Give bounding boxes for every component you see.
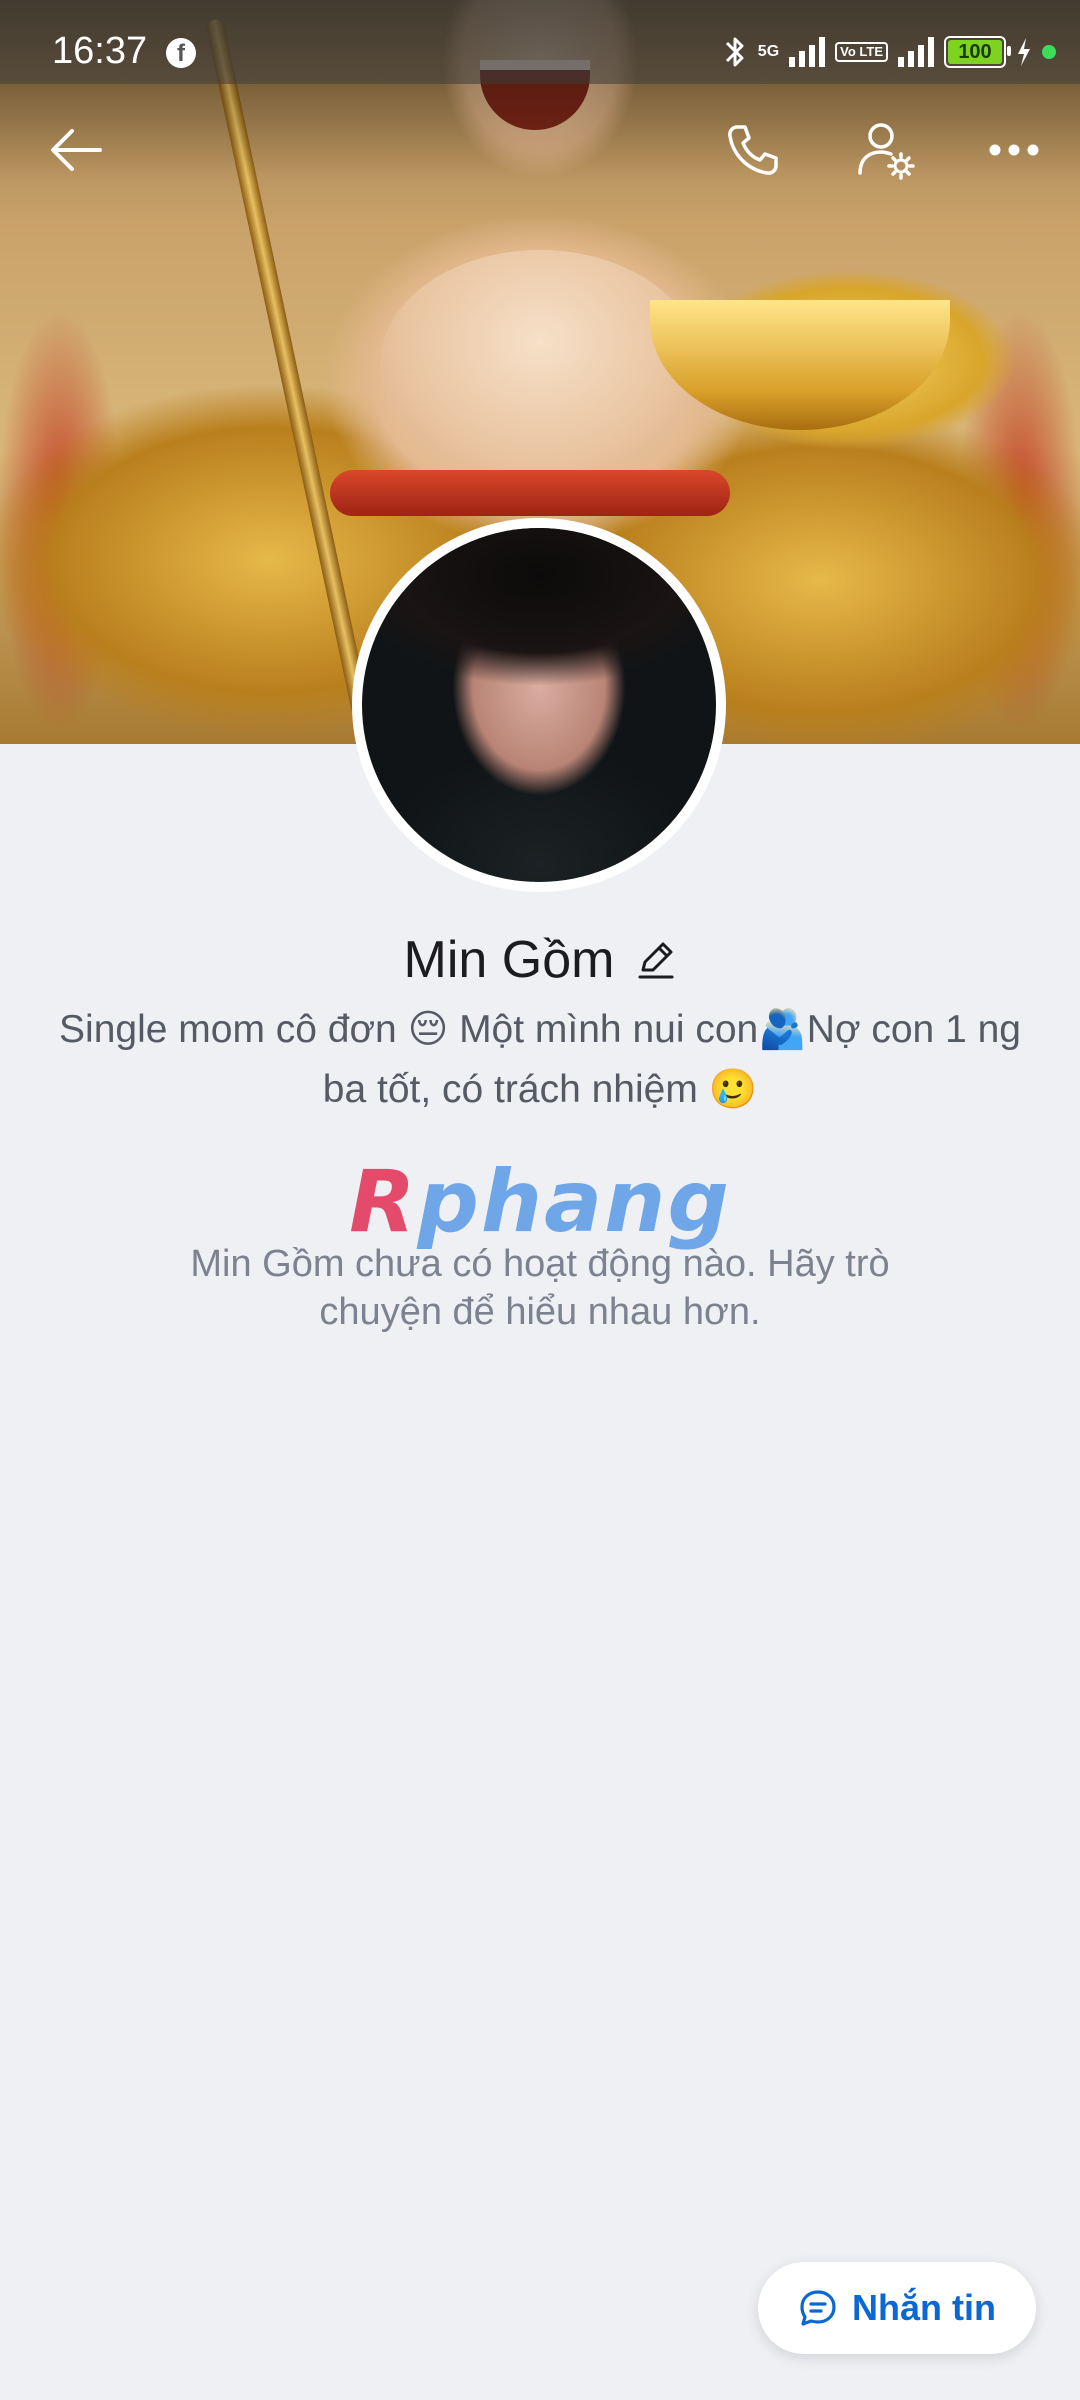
watermark-logo: Rphang: [349, 1152, 731, 1252]
empty-activity-text: Min Gồm chưa có hoạt động nào. Hãy trò c…: [190, 1243, 890, 1333]
more-options-button[interactable]: [974, 110, 1054, 190]
profile-bio: Single mom cô đơn 😔 Một mình nui con🫂Nợ …: [59, 1008, 1021, 1111]
cover-belt: [330, 470, 730, 516]
volte-icon: Vo LTE: [835, 42, 888, 62]
call-button[interactable]: [712, 110, 792, 190]
profile-name-row: Min Gồm: [0, 930, 1080, 990]
facebook-notification-icon: f: [166, 38, 196, 68]
profile-name: Min Gồm: [403, 931, 615, 989]
battery-level: 100: [958, 40, 992, 63]
bluetooth-icon: [725, 37, 744, 67]
profile-settings-button[interactable]: [846, 110, 926, 190]
cover-gold-ingot: [650, 300, 950, 430]
cover-figure-belly: [380, 250, 700, 480]
back-button[interactable]: [36, 110, 116, 190]
back-arrow-icon: [51, 129, 102, 171]
avatar-photo: [362, 528, 716, 882]
message-button-label: Nhắn tin: [852, 2287, 996, 2328]
status-time: 16:37: [52, 30, 148, 72]
charging-icon: [1018, 38, 1030, 66]
avatar-hair: [362, 528, 716, 688]
message-button[interactable]: Nhắn tin: [758, 2262, 1036, 2354]
chat-bubble-icon: [800, 2290, 836, 2326]
network-5g-label: 5G: [757, 43, 780, 60]
more-icon: [989, 144, 1039, 156]
status-bar: 16:37 f 5G Vo LTE 100: [0, 0, 1080, 84]
signal-icon: [789, 37, 826, 67]
phone-icon: [728, 125, 778, 175]
privacy-indicator-dot: [1042, 45, 1056, 59]
signal-icon-2: [898, 37, 934, 67]
edit-name-icon[interactable]: [636, 940, 676, 980]
battery-icon: 100: [944, 36, 1011, 68]
status-icons: 5G Vo LTE 100: [722, 30, 1056, 74]
avatar[interactable]: [352, 518, 726, 892]
user-settings-icon: [858, 123, 915, 180]
